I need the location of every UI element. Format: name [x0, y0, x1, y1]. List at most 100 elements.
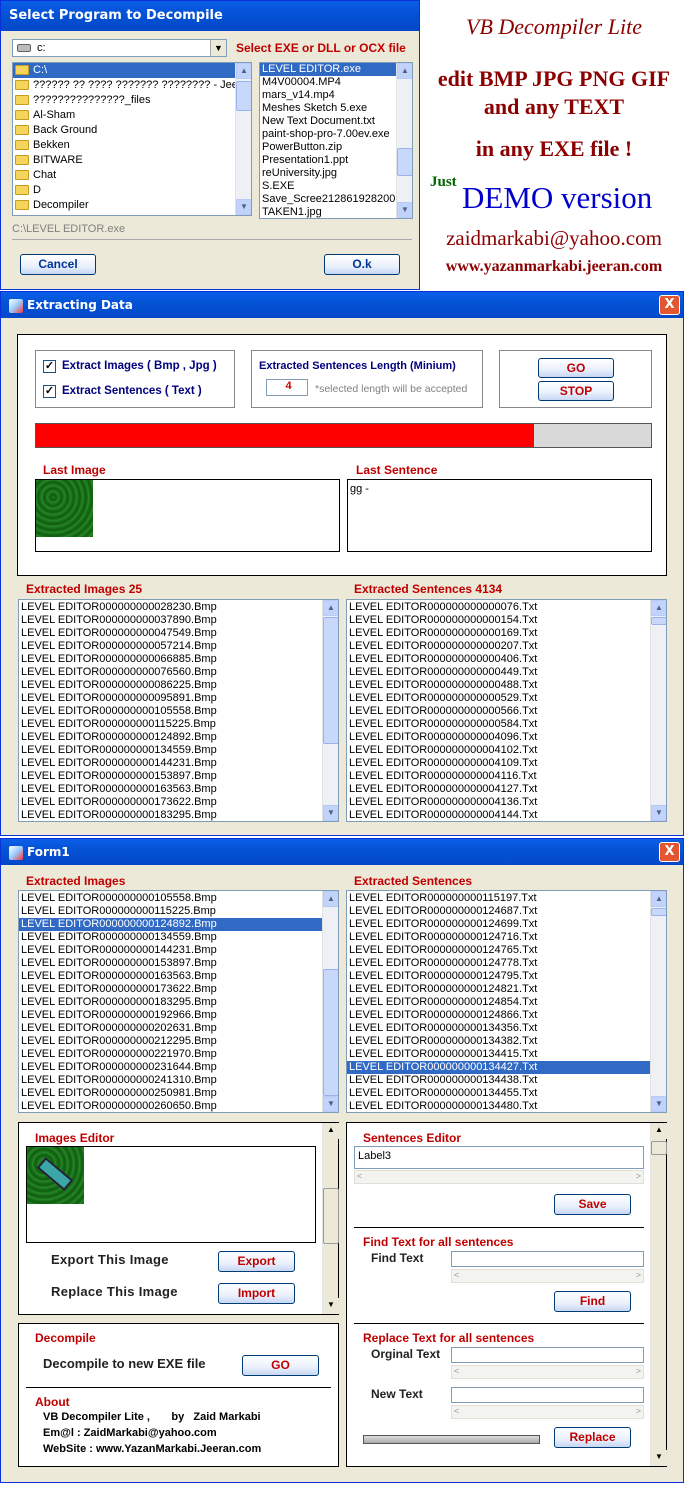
extracted-sentence-item[interactable]: LEVEL EDITOR000000000000076.Txt — [347, 601, 666, 614]
file-item[interactable]: M4V00004.MP4 — [260, 76, 412, 89]
form1-image-item[interactable]: LEVEL EDITOR000000000153897.Bmp — [19, 957, 338, 970]
extracted-sentence-item[interactable]: LEVEL EDITOR000000000004096.Txt — [347, 731, 666, 744]
folder-list[interactable]: C:\ ?????? ?? ???? ??????? ???????? - Jee… — [12, 62, 252, 216]
extracted-images-list[interactable]: LEVEL EDITOR000000000028230.Bmp LEVEL EDI… — [18, 599, 339, 822]
extracted-image-item[interactable]: LEVEL EDITOR000000000105558.Bmp — [19, 705, 338, 718]
close-icon[interactable]: X — [659, 842, 680, 862]
folder-item[interactable]: BITWARE — [13, 153, 251, 168]
find-hscroll[interactable]: < > — [451, 1269, 644, 1283]
form1-image-item[interactable]: LEVEL EDITOR000000000124892.Bmp — [19, 918, 338, 931]
folder-item[interactable]: Bekken — [13, 138, 251, 153]
extracted-sentence-item[interactable]: LEVEL EDITOR000000000004109.Txt — [347, 757, 666, 770]
form1-image-item[interactable]: LEVEL EDITOR000000000144231.Bmp — [19, 944, 338, 957]
file-item[interactable]: paint-shop-pro-7.00ev.exe — [260, 128, 412, 141]
extracted-image-item[interactable]: LEVEL EDITOR000000000047549.Bmp — [19, 627, 338, 640]
file-item[interactable]: Save_Scree212861928200 — [260, 193, 412, 206]
form1-sentence-item[interactable]: LEVEL EDITOR000000000134480.Txt — [347, 1100, 666, 1112]
form1-image-item[interactable]: LEVEL EDITOR000000000202631.Bmp — [19, 1022, 338, 1035]
folder-item[interactable]: ???????????????_files — [13, 93, 251, 108]
file-item[interactable]: LEVEL EDITOR.exe — [260, 63, 412, 76]
sentence-hscroll[interactable]: < > — [354, 1170, 644, 1184]
folder-item[interactable]: D — [13, 183, 251, 198]
folder-item[interactable]: Back Ground — [13, 123, 251, 138]
file-item[interactable]: mars_v14.mp4 — [260, 89, 412, 102]
folder-item[interactable]: Chat — [13, 168, 251, 183]
extract-images-checkbox[interactable]: ✓ — [43, 360, 56, 373]
sentences-editor-scrollbar[interactable]: ▲ ▼ — [650, 1123, 667, 1466]
form1-sentence-item[interactable]: LEVEL EDITOR000000000134438.Txt — [347, 1074, 666, 1087]
form1-sentence-item[interactable]: LEVEL EDITOR000000000124687.Txt — [347, 905, 666, 918]
file-item[interactable]: reUniversity.jpg — [260, 167, 412, 180]
form1-sentence-item[interactable]: LEVEL EDITOR000000000124795.Txt — [347, 970, 666, 983]
extracted-sentence-item[interactable]: LEVEL EDITOR000000000000207.Txt — [347, 640, 666, 653]
form1-image-item[interactable]: LEVEL EDITOR000000000250981.Bmp — [19, 1087, 338, 1100]
replace-button[interactable]: Replace — [554, 1427, 631, 1448]
image-editor-canvas[interactable] — [26, 1146, 316, 1243]
orginal-hscroll[interactable]: < > — [451, 1365, 644, 1379]
form1-image-item[interactable]: LEVEL EDITOR000000000260650.Bmp — [19, 1100, 338, 1112]
form1-sentence-item[interactable]: LEVEL EDITOR000000000134356.Txt — [347, 1022, 666, 1035]
chevron-down-icon[interactable]: ▼ — [210, 40, 226, 56]
form1-image-item[interactable]: LEVEL EDITOR000000000115225.Bmp — [19, 905, 338, 918]
form1-sentence-item[interactable]: LEVEL EDITOR000000000124765.Txt — [347, 944, 666, 957]
file-item[interactable]: Presentation1.ppt — [260, 154, 412, 167]
form1-image-item[interactable]: LEVEL EDITOR000000000221970.Bmp — [19, 1048, 338, 1061]
extracted-image-item[interactable]: LEVEL EDITOR000000000173622.Bmp — [19, 796, 338, 809]
form1-image-item[interactable]: LEVEL EDITOR000000000241310.Bmp — [19, 1074, 338, 1087]
form1-image-item[interactable]: LEVEL EDITOR000000000231644.Bmp — [19, 1061, 338, 1074]
extracted-image-item[interactable]: LEVEL EDITOR000000000115225.Bmp — [19, 718, 338, 731]
length-input[interactable]: 4 — [266, 379, 308, 396]
form1-image-item[interactable]: LEVEL EDITOR000000000105558.Bmp — [19, 892, 338, 905]
stop-button[interactable]: STOP — [538, 381, 614, 401]
new-text-input[interactable] — [451, 1387, 644, 1403]
form1-image-item[interactable]: LEVEL EDITOR000000000163563.Bmp — [19, 970, 338, 983]
cancel-button[interactable]: Cancel — [20, 254, 96, 275]
file-item[interactable]: New Text Document.txt — [260, 115, 412, 128]
form1-sentence-item[interactable]: LEVEL EDITOR000000000124854.Txt — [347, 996, 666, 1009]
form1-image-item[interactable]: LEVEL EDITOR000000000212295.Bmp — [19, 1035, 338, 1048]
form1-image-item[interactable]: LEVEL EDITOR000000000183295.Bmp — [19, 996, 338, 1009]
folder-scrollbar[interactable]: ▲ ▼ — [235, 63, 251, 215]
form1-sentence-item[interactable]: LEVEL EDITOR000000000134455.Txt — [347, 1087, 666, 1100]
images-editor-scrollbar[interactable]: ▲ ▼ — [322, 1123, 339, 1314]
form1-sentence-item[interactable]: LEVEL EDITOR000000000134382.Txt — [347, 1035, 666, 1048]
form1-images-scrollbar[interactable]: ▲ ▼ — [322, 891, 338, 1112]
folder-item[interactable]: C:\ — [13, 63, 251, 78]
export-button[interactable]: Export — [218, 1251, 295, 1272]
extracted-sentence-item[interactable]: LEVEL EDITOR000000000000529.Txt — [347, 692, 666, 705]
extracted-image-item[interactable]: LEVEL EDITOR000000000028230.Bmp — [19, 601, 338, 614]
form1-image-item[interactable]: LEVEL EDITOR000000000134559.Bmp — [19, 931, 338, 944]
extracted-sentence-item[interactable]: LEVEL EDITOR000000000000584.Txt — [347, 718, 666, 731]
decompile-go-button[interactable]: GO — [242, 1355, 319, 1376]
form1-sentence-item[interactable]: LEVEL EDITOR000000000124778.Txt — [347, 957, 666, 970]
extracted-sentence-item[interactable]: LEVEL EDITOR000000000004144.Txt — [347, 809, 666, 821]
form1-sentence-item[interactable]: LEVEL EDITOR000000000134415.Txt — [347, 1048, 666, 1061]
form1-sentence-item[interactable]: LEVEL EDITOR000000000124699.Txt — [347, 918, 666, 931]
folder-item[interactable]: ?????? ?? ???? ??????? ???????? - Jeer — [13, 78, 251, 93]
file-item[interactable]: S.EXE — [260, 180, 412, 193]
form1-image-item[interactable]: LEVEL EDITOR000000000173622.Bmp — [19, 983, 338, 996]
extracted-image-item[interactable]: LEVEL EDITOR000000000037890.Bmp — [19, 614, 338, 627]
sentence-textbox[interactable]: Label3 — [354, 1146, 644, 1169]
extracted-sentence-item[interactable]: LEVEL EDITOR000000000000566.Txt — [347, 705, 666, 718]
file-item[interactable]: PowerButton.zip — [260, 141, 412, 154]
form1-sentences-list[interactable]: LEVEL EDITOR000000000115197.Txt LEVEL EDI… — [346, 890, 667, 1113]
extracted-sentence-item[interactable]: LEVEL EDITOR000000000000488.Txt — [347, 679, 666, 692]
drive-combo[interactable]: c: ▼ — [12, 39, 227, 57]
form1-sentence-item[interactable]: LEVEL EDITOR000000000134427.Txt — [347, 1061, 666, 1074]
new-hscroll[interactable]: < > — [451, 1405, 644, 1419]
extracted-sentences-scrollbar[interactable]: ▲ ▼ — [650, 600, 666, 821]
form1-image-item[interactable]: LEVEL EDITOR000000000192966.Bmp — [19, 1009, 338, 1022]
form1-images-list[interactable]: LEVEL EDITOR000000000105558.Bmp LEVEL EDI… — [18, 890, 339, 1113]
extracted-sentence-item[interactable]: LEVEL EDITOR000000000004127.Txt — [347, 783, 666, 796]
form1-sentence-item[interactable]: LEVEL EDITOR000000000124866.Txt — [347, 1009, 666, 1022]
extracted-image-item[interactable]: LEVEL EDITOR000000000095891.Bmp — [19, 692, 338, 705]
find-button[interactable]: Find — [554, 1291, 631, 1312]
extracted-sentence-item[interactable]: LEVEL EDITOR000000000000406.Txt — [347, 653, 666, 666]
extracted-image-item[interactable]: LEVEL EDITOR000000000144231.Bmp — [19, 757, 338, 770]
extracted-sentence-item[interactable]: LEVEL EDITOR000000000000169.Txt — [347, 627, 666, 640]
extracted-image-item[interactable]: LEVEL EDITOR000000000163563.Bmp — [19, 783, 338, 796]
extracted-sentence-item[interactable]: LEVEL EDITOR000000000004102.Txt — [347, 744, 666, 757]
go-button[interactable]: GO — [538, 358, 614, 378]
extracted-image-item[interactable]: LEVEL EDITOR000000000057214.Bmp — [19, 640, 338, 653]
